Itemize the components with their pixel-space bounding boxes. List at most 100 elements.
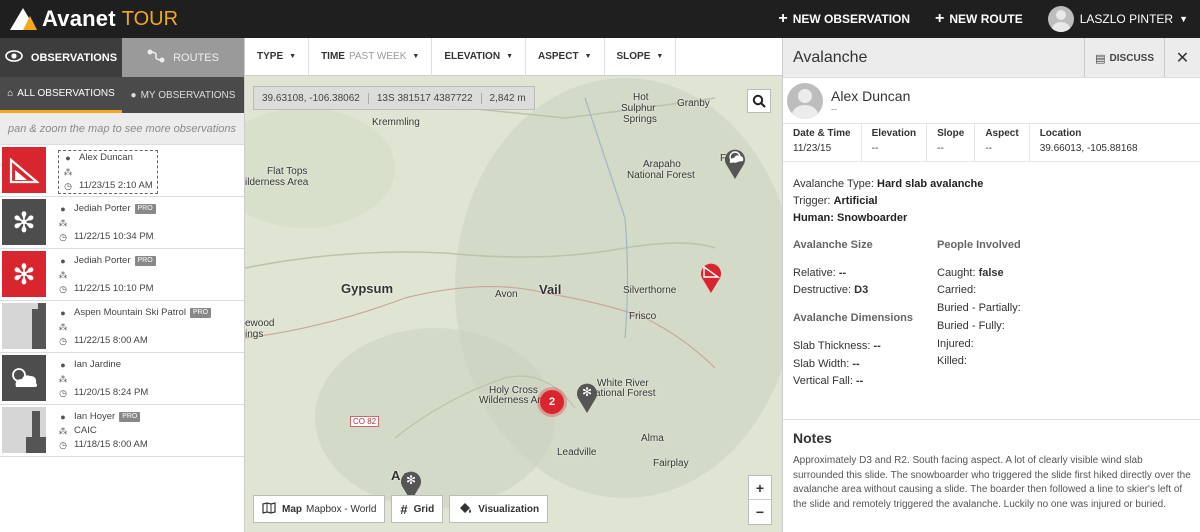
group-icon: ⁂ [58,218,68,228]
avalanche-marker[interactable] [699,260,723,294]
top-bar: Avanet TOUR + NEW OBSERVATION + NEW ROUT… [0,0,1200,38]
clock-icon: ◷ [64,181,72,191]
observer-name: Jediah Porter [74,255,131,266]
map-view[interactable]: TYPE ▼ TIME PAST WEEK ▼ ELEVATION ▼ ASPECT ▼ … [245,38,782,532]
subtab-all-observations[interactable]: ⌂ ALL OBSERVATIONS [0,77,122,113]
detail-label: Trigger: [793,195,831,207]
filter-label: SLOPE [616,51,651,62]
zoom-out-button[interactable]: − [749,500,771,524]
tab-routes[interactable]: ROUTES [122,38,244,77]
subtab-label: ALL OBSERVATIONS [17,88,115,99]
stat-label: Slope [937,128,965,139]
discuss-button[interactable]: ▤ DISCUSS [1084,38,1164,78]
avalanche-details: Avalanche Type: Hard slab avalanche Trig… [783,162,1200,227]
stat-value: -- [937,143,944,154]
tab-label: OBSERVATIONS [30,51,118,64]
zoom-in-button[interactable]: + [749,476,771,500]
clock-icon: ◷ [59,440,67,450]
map-label: Hot [633,92,649,103]
observation-date: 11/20/15 8:24 PM [74,387,149,398]
map-label: ational Forest [595,388,656,399]
detail-label: Injured: [937,337,974,350]
grid-icon: # [400,501,408,517]
filter-label: ASPECT [538,51,579,62]
user-name: LASZLO PINTER [1079,12,1174,26]
observer-name: Jediah Porter [74,203,131,214]
pro-badge: PRO [119,412,141,422]
filter-value: PAST WEEK [348,51,407,62]
map-label: ewood [245,318,275,329]
search-icon [752,94,766,108]
map-label: Wilderness Are [479,395,547,406]
selected-observation-box: ● Alex Duncan ⁂ ◷ 11/23/15 2:10 AM [58,150,158,194]
caught-value: false [978,266,1004,279]
chevron-down-icon: ▼ [584,53,592,60]
coord-utm: 13S 381517 4387722 [369,92,482,104]
grid-button[interactable]: # Grid [391,495,444,523]
stat-value: -- [985,143,992,154]
avalanche-icon [2,147,46,193]
observation-date: 11/22/15 10:34 PM [74,231,154,242]
stat-value: 39.66013, -105.88168 [1039,143,1138,154]
clock-icon: ◷ [59,284,67,294]
notes-text: Approximately D3 and R2. South facing as… [793,455,1191,510]
detail-label: Destructive: [793,284,852,297]
snowflake-icon: ✻ [2,251,46,297]
filter-time[interactable]: TIME PAST WEEK ▼ [309,38,433,76]
filter-elevation[interactable]: ELEVATION ▼ [432,38,526,76]
detail-label: Carried: [937,284,977,297]
grid-label: Grid [413,503,435,515]
plus-icon: + [778,10,788,27]
map-label: Granby [677,98,710,109]
weather-marker[interactable] [723,146,747,180]
stat-date: Date & Time 11/23/15 [783,124,862,161]
map-layer-button[interactable]: Map Mapbox - World [253,495,386,523]
section-heading: Avalanche Dimensions [793,312,914,325]
observation-stats: Date & Time 11/23/15 Elevation -- Slope -- … [783,124,1200,162]
list-item[interactable]: ● Ian Jardine ⁂ ◷ 11/20/15 8:24 PM [0,353,244,405]
tab-observations[interactable]: OBSERVATIONS [0,38,122,77]
map-label: ilderness Area [245,177,309,188]
list-item[interactable]: ● Alex Duncan ⁂ ◷ 11/23/15 2:10 AM [0,145,244,197]
cluster-marker[interactable]: 2 [540,390,564,414]
visualization-label: Visualization [478,503,540,515]
brand-logo[interactable]: Avanet TOUR [0,0,178,38]
user-icon: ● [60,308,66,318]
visualization-button[interactable]: Visualization [449,495,549,523]
map-search-button[interactable] [747,89,771,113]
slab-thickness-value: -- [873,339,881,352]
observer-name: Alex Duncan [79,152,133,163]
chevron-down-icon: ▼ [1179,14,1188,24]
filter-slope[interactable]: SLOPE ▼ [605,38,677,76]
snowflake-marker[interactable]: ✻ [575,380,599,414]
subtab-my-observations[interactable]: ● MY OBSERVATIONS [122,77,244,113]
stat-slope: Slope -- [927,124,976,161]
list-item[interactable]: ● Ian Hoyer PRO ⁂ CAIC ◷ 11/18/15 8:00 AM [0,405,244,457]
list-item[interactable]: ● Aspen Mountain Ski Patrol PRO ⁂ ◷ 11/22/1… [0,301,244,353]
map-label: Fairplay [653,458,689,469]
clock-icon: ◷ [59,232,67,242]
people-involved-column: People Involved Caught: false Carried: B… [937,237,1081,391]
observation-date: 11/23/15 2:10 AM [79,180,153,191]
user-menu[interactable]: LASZLO PINTER ▼ [1047,6,1188,32]
avalanche-size-column: Avalanche Size Relative: -- Destructive:… [793,237,937,391]
close-button[interactable]: ✕ [1164,38,1200,78]
detail-label: Avalanche Type: [793,178,874,190]
new-observation-button[interactable]: + NEW OBSERVATION [778,10,910,28]
comment-icon: ▤ [1095,52,1106,65]
list-item[interactable]: ✻ ● Jediah Porter PRO ⁂ ◷ 11/22/15 10:10 PM [0,249,244,301]
map-label: Alma [641,433,664,444]
map-label: Sulphur [621,103,656,114]
route-icon [147,49,165,66]
filter-type[interactable]: TYPE ▼ [245,38,310,76]
coord-elevation: 2,842 m [489,92,526,104]
detail-title: Avalanche [793,48,868,66]
list-item[interactable]: ✻ ● Jediah Porter PRO ⁂ ◷ 11/22/15 10:34 PM [0,197,244,249]
user-icon: ● [65,153,71,163]
road-shield: CO 82 [350,416,380,427]
new-route-button[interactable]: + NEW ROUTE [935,10,1023,28]
filter-aspect[interactable]: ASPECT ▼ [526,38,605,76]
pro-badge: PRO [134,256,156,266]
avatar [787,82,823,119]
stat-aspect: Aspect -- [975,124,1030,161]
